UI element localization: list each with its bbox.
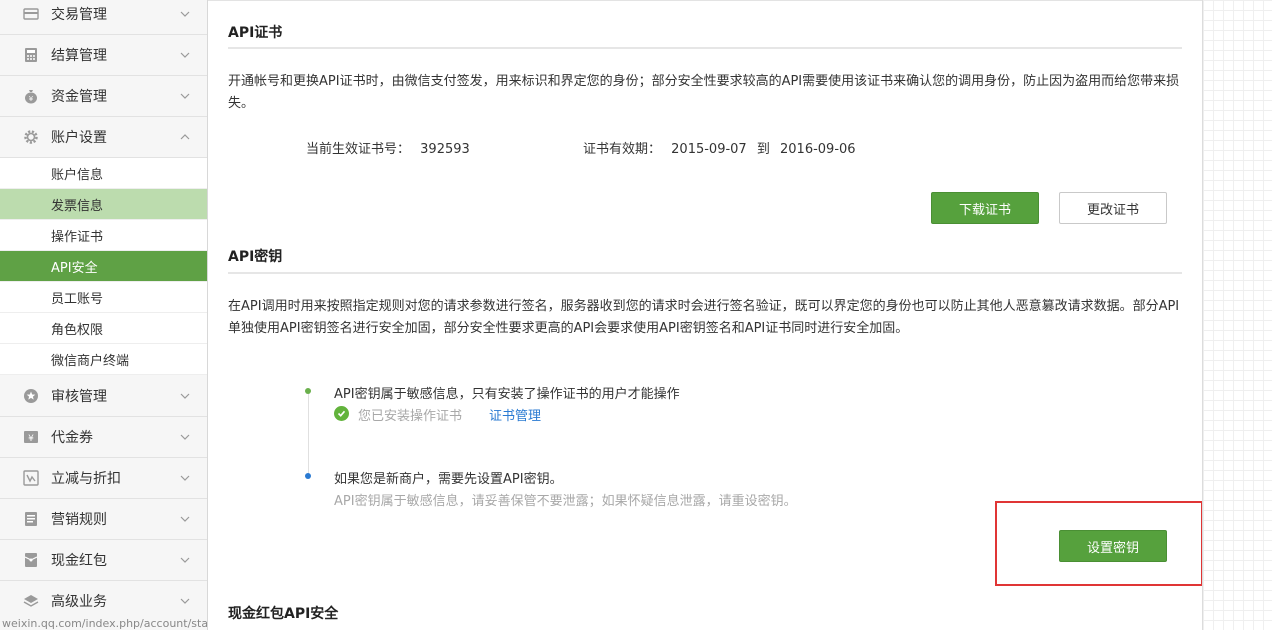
sidebar-group-funds[interactable]: ¥ 资金管理 — [0, 76, 207, 117]
sidebar-item-label: 发票信息 — [51, 198, 104, 214]
sidebar-group-vouchers[interactable]: ¥ 代金券 — [0, 417, 207, 458]
step-dot — [305, 388, 311, 394]
chevron-down-icon — [180, 475, 190, 481]
chevron-down-icon — [180, 11, 190, 17]
sidebar-group-discounts[interactable]: 立减与折扣 — [0, 458, 207, 499]
sidebar-group-red-packets[interactable]: 现金红包 — [0, 540, 207, 581]
divider — [228, 272, 1182, 274]
document-icon — [23, 511, 39, 527]
sidebar-group-account-settings[interactable]: 账户设置 — [0, 117, 207, 158]
chevron-down-icon — [180, 434, 190, 440]
red-packet-icon — [23, 552, 39, 568]
divider — [228, 47, 1182, 49]
sidebar-item-account-info[interactable]: 账户信息 — [0, 158, 207, 189]
layers-icon — [23, 593, 39, 609]
sidebar-group-label: 审核管理 — [51, 389, 107, 405]
money-bag-icon: ¥ — [23, 88, 39, 104]
download-cert-button[interactable]: 下载证书 — [931, 192, 1039, 224]
sidebar-group-label: 立减与折扣 — [51, 471, 121, 487]
chevron-down-icon — [180, 52, 190, 58]
cert-management-link[interactable]: 证书管理 — [489, 405, 541, 424]
chevron-down-icon — [180, 557, 190, 563]
cert-validity: 证书有效期： 2015-09-07 到 2016-09-06 — [583, 138, 856, 157]
chevron-down-icon — [180, 598, 190, 604]
section-title-redpacket-api: 现金红包API安全 — [228, 606, 339, 622]
gear-icon — [23, 129, 39, 145]
step1-status: 您已安装操作证书 — [358, 409, 463, 424]
cert-validity-from: 2015-09-07 — [671, 142, 747, 157]
cert-validity-to-word: 到 — [756, 142, 770, 157]
step2-text: 如果您是新商户，需要先设置API密钥。 — [334, 472, 563, 487]
sidebar-item-staff-account[interactable]: 员工账号 — [0, 282, 207, 313]
sidebar-item-invoice-info[interactable]: 发票信息 — [0, 189, 207, 220]
status-bar-url: weixin.qq.com/index.php/account/staff_ac… — [0, 618, 207, 630]
sidebar-item-label: 员工账号 — [51, 291, 104, 307]
svg-text:¥: ¥ — [28, 434, 34, 444]
card-icon — [23, 6, 39, 22]
step-connector — [308, 392, 309, 476]
section-title-api-key: API密钥 — [228, 249, 283, 265]
sidebar-item-label: 角色权限 — [51, 322, 104, 338]
cert-description: 开通帐号和更换API证书时，由微信支付签发，用来标识和界定您的身份；部分安全性要… — [228, 74, 1180, 111]
cert-validity-to: 2016-09-06 — [780, 142, 856, 157]
key-description: 在API调用时用来按照指定规则对您的请求参数进行签名，服务器收到您的请求时会进行… — [228, 299, 1180, 336]
sidebar: 交易管理 结算管理 ¥ 资金管理 账户设置 账户信息 发票信息 操作证书 API… — [0, 0, 208, 630]
step1-text: API密钥属于敏感信息，只有安装了操作证书的用户才能操作 — [334, 387, 680, 402]
highlight-annotation-box — [995, 501, 1203, 586]
cert-serial: 当前生效证书号： 392593 — [306, 138, 470, 157]
check-icon — [334, 406, 349, 421]
sidebar-group-label: 营销规则 — [51, 512, 107, 528]
sidebar-item-label: API安全 — [51, 260, 98, 276]
chevron-up-icon — [180, 134, 190, 140]
discount-icon — [23, 470, 39, 486]
change-cert-button[interactable]: 更改证书 — [1059, 192, 1167, 224]
sidebar-item-api-security[interactable]: API安全 — [0, 251, 207, 282]
step-dot — [305, 473, 311, 479]
sidebar-group-review[interactable]: 审核管理 — [0, 376, 207, 417]
cert-validity-label: 证书有效期： — [583, 142, 662, 157]
divider — [208, 0, 1202, 1]
yen-icon: ¥ — [23, 429, 39, 445]
cert-serial-label: 当前生效证书号： — [306, 142, 411, 157]
sidebar-item-label: 操作证书 — [51, 229, 104, 245]
section-title-api-cert: API证书 — [228, 25, 283, 41]
sidebar-item-label: 账户信息 — [51, 167, 104, 183]
star-icon — [23, 388, 39, 404]
calculator-icon — [23, 47, 39, 63]
sidebar-group-label: 代金券 — [51, 430, 93, 446]
sidebar-item-merchant-terminal[interactable]: 微信商户终端 — [0, 344, 207, 375]
sidebar-group-label: 结算管理 — [51, 48, 107, 64]
chevron-down-icon — [180, 93, 190, 99]
sidebar-group-label: 现金红包 — [51, 553, 107, 569]
chevron-down-icon — [180, 393, 190, 399]
sidebar-group-label: 交易管理 — [51, 7, 107, 23]
sidebar-group-label: 资金管理 — [51, 89, 107, 105]
sidebar-item-operation-cert[interactable]: 操作证书 — [0, 220, 207, 251]
svg-text:¥: ¥ — [29, 95, 34, 103]
chevron-down-icon — [180, 516, 190, 522]
sidebar-group-advanced[interactable]: 高级业务 — [0, 581, 207, 622]
cert-serial-value: 392593 — [420, 142, 470, 157]
sidebar-item-role-permissions[interactable]: 角色权限 — [0, 313, 207, 344]
sidebar-group-transactions[interactable]: 交易管理 — [0, 0, 207, 35]
sidebar-group-marketing-rules[interactable]: 营销规则 — [0, 499, 207, 540]
right-gutter — [1202, 0, 1272, 630]
sidebar-group-label: 高级业务 — [51, 594, 107, 610]
step2-hint: API密钥属于敏感信息，请妥善保管不要泄露；如果怀疑信息泄露，请重设密钥。 — [334, 494, 797, 509]
sidebar-group-label: 账户设置 — [51, 130, 107, 146]
sidebar-group-settlement[interactable]: 结算管理 — [0, 35, 207, 76]
sidebar-item-label: 微信商户终端 — [51, 353, 130, 369]
